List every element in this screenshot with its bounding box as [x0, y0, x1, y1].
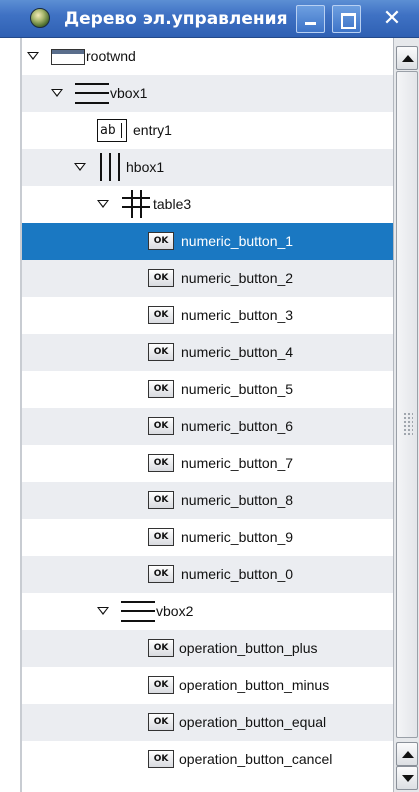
- ok-button-icon: OK: [148, 713, 174, 731]
- window-title: Дерево эл.управления: [64, 9, 288, 29]
- ok-button-icon: OK: [148, 491, 174, 509]
- tree-node-label: rootwnd: [86, 48, 136, 64]
- tree-row-operation-button-cancel[interactable]: OK operation_button_cancel: [22, 741, 393, 778]
- tree-row-numeric-button-8[interactable]: OK numeric_button_8: [22, 482, 393, 519]
- tree-node-label: hbox1: [126, 159, 165, 175]
- scroll-up-button-bottom[interactable]: [396, 742, 418, 766]
- tree-node-label: numeric_button_1: [181, 233, 294, 249]
- ok-button-icon: OK: [148, 750, 174, 768]
- tree-row-numeric-button-2[interactable]: OK numeric_button_2: [22, 260, 393, 297]
- ok-button-icon: OK: [148, 232, 174, 250]
- app-icon[interactable]: [30, 8, 50, 28]
- tree-row-rootwnd[interactable]: rootwnd: [22, 38, 393, 75]
- tree-node-label: numeric_button_0: [181, 566, 294, 582]
- tree-row-vbox2[interactable]: vbox2: [22, 593, 393, 630]
- table-icon: [122, 190, 150, 218]
- ok-button-icon: OK: [148, 528, 174, 546]
- ok-button-icon: OK: [148, 380, 174, 398]
- ok-button-icon: OK: [148, 565, 174, 583]
- tree-node-label: table3: [153, 196, 192, 212]
- close-button[interactable]: ✕: [372, 5, 412, 33]
- control-tree[interactable]: rootwnd vbox1 ab entry1 hbox1 table3 OK …: [22, 38, 393, 792]
- tree-node-label: vbox2: [156, 603, 194, 619]
- ok-button-icon: OK: [148, 454, 174, 472]
- arrow-up-icon: [402, 55, 414, 62]
- tree-row-operation-button-plus[interactable]: OK operation_button_plus: [22, 630, 393, 667]
- expander-arrow-icon[interactable]: [27, 52, 39, 60]
- tree-node-label: numeric_button_5: [181, 381, 294, 397]
- tree-node-label: operation_button_equal: [179, 714, 327, 730]
- minimize-button[interactable]: [296, 5, 325, 33]
- tree-node-label: entry1: [133, 122, 172, 138]
- window-icon: [51, 49, 85, 65]
- scroll-down-button[interactable]: [396, 766, 418, 790]
- title-bar[interactable]: Дерево эл.управления ✕: [0, 0, 419, 38]
- tree-node-label: operation_button_minus: [179, 677, 330, 693]
- tree-node-label: operation_button_cancel: [179, 751, 333, 767]
- ok-button-icon: OK: [148, 417, 174, 435]
- tree-node-label: operation_button_plus: [179, 640, 318, 656]
- maximize-button[interactable]: [332, 5, 361, 33]
- ok-button-icon: OK: [148, 343, 174, 361]
- arrow-up-icon: [402, 751, 414, 758]
- tree-row-table3[interactable]: table3: [22, 186, 393, 223]
- control-tree-window: Дерево эл.управления ✕ rootwnd vbox1 ab …: [0, 0, 419, 792]
- expander-arrow-icon[interactable]: [51, 89, 63, 97]
- expander-arrow-icon[interactable]: [97, 607, 109, 615]
- tree-row-numeric-button-3[interactable]: OK numeric_button_3: [22, 297, 393, 334]
- ok-button-icon: OK: [148, 639, 174, 657]
- scrollbar-thumb[interactable]: [396, 71, 418, 738]
- ok-button-icon: OK: [148, 269, 174, 287]
- tree-row-operation-button-minus[interactable]: OK operation_button_minus: [22, 667, 393, 704]
- grip-icon: [403, 412, 413, 436]
- hbox-icon: [100, 153, 128, 181]
- tree-node-label: numeric_button_9: [181, 529, 294, 545]
- tree-row-numeric-button-0[interactable]: OK numeric_button_0: [22, 556, 393, 593]
- tree-node-label: vbox1: [110, 85, 148, 101]
- tree-row-numeric-button-1[interactable]: OK numeric_button_1: [22, 223, 393, 260]
- scroll-up-button[interactable]: [396, 46, 418, 70]
- tree-node-label: numeric_button_6: [181, 418, 294, 434]
- expander-arrow-icon[interactable]: [97, 200, 109, 208]
- tree-node-label: numeric_button_3: [181, 307, 294, 323]
- tree-row-hbox1[interactable]: hbox1: [22, 149, 393, 186]
- tree-row-numeric-button-9[interactable]: OK numeric_button_9: [22, 519, 393, 556]
- vertical-scrollbar[interactable]: [393, 38, 419, 792]
- tree-row-entry1[interactable]: ab entry1: [22, 112, 393, 149]
- tree-node-label: numeric_button_7: [181, 455, 294, 471]
- tree-node-label: numeric_button_2: [181, 270, 294, 286]
- tree-row-numeric-button-5[interactable]: OK numeric_button_5: [22, 371, 393, 408]
- tree-node-label: numeric_button_8: [181, 492, 294, 508]
- vbox-icon: [121, 601, 155, 622]
- entry-icon: ab: [97, 119, 127, 142]
- tree-row-vbox1[interactable]: vbox1: [22, 75, 393, 112]
- tree-row-operation-button-equal[interactable]: OK operation_button_equal: [22, 704, 393, 741]
- ok-button-icon: OK: [148, 306, 174, 324]
- tree-row-numeric-button-6[interactable]: OK numeric_button_6: [22, 408, 393, 445]
- tree-node-label: numeric_button_4: [181, 344, 294, 360]
- tree-row-numeric-button-4[interactable]: OK numeric_button_4: [22, 334, 393, 371]
- ok-button-icon: OK: [148, 676, 174, 694]
- expander-arrow-icon[interactable]: [74, 163, 86, 171]
- tree-row-numeric-button-7[interactable]: OK numeric_button_7: [22, 445, 393, 482]
- vbox-icon: [75, 83, 109, 104]
- arrow-down-icon: [402, 775, 414, 782]
